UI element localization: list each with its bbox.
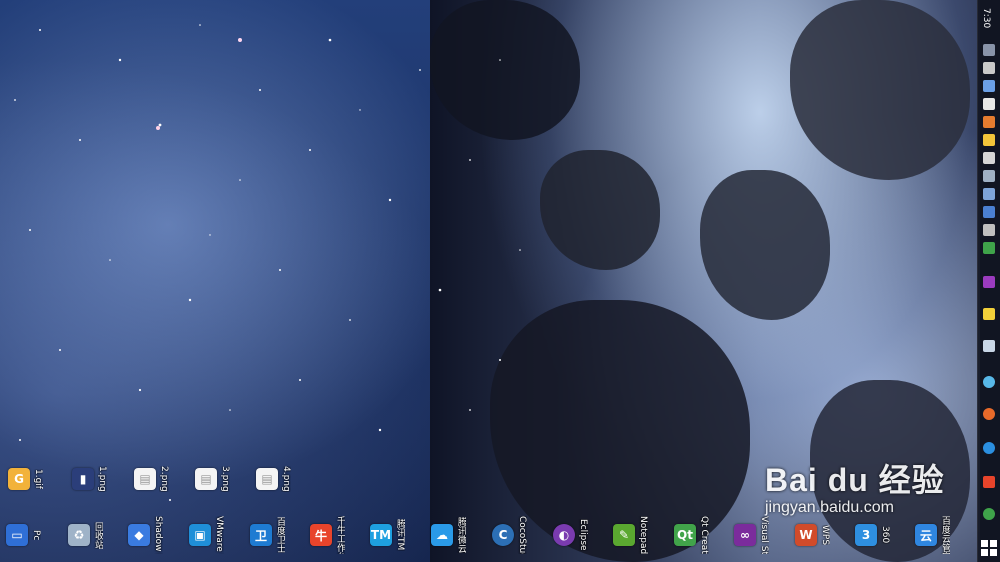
desktop-shortcut-baidu-guard[interactable]: 卫 百度卫士: [250, 517, 310, 553]
taskbar-vertical: 7:30: [977, 0, 1000, 562]
desktop-shortcut-visual-studio[interactable]: ∞ Visual Studio 2013: [734, 516, 794, 554]
desktop-shortcut-label: Pc: [31, 529, 41, 541]
desktop-shortcut-tencent-tm[interactable]: TM 腾讯TM: [370, 518, 430, 552]
desktop-shortcut-label: 千牛工作台: [335, 516, 345, 554]
desktop-file-1gif[interactable]: G 1.gif: [8, 462, 68, 496]
tray-app-icon[interactable]: [983, 170, 995, 182]
wps-icon: W: [795, 524, 817, 546]
vmware-icon: ▣: [189, 524, 211, 546]
tray-ime-icon[interactable]: [983, 80, 995, 92]
desktop-file-3png[interactable]: ▤ 3.png: [195, 462, 255, 496]
desktop-shortcut-label: Shadow Defender: [153, 516, 163, 554]
desktop-file-4png[interactable]: ▤ 4.png: [256, 462, 316, 496]
taskbar-clock[interactable]: 7:30: [981, 8, 991, 28]
baidu-guard-icon: 卫: [250, 524, 272, 546]
qianniu-icon: 牛: [310, 524, 332, 546]
desktop-shortcut-label: WPS: [820, 524, 830, 546]
360-icon: 3: [855, 524, 877, 546]
desktop-shortcut-label: VMware Workstation: [214, 516, 224, 554]
desktop-shortcut-label: 腾讯微云: [456, 517, 466, 553]
desktop-file-1png[interactable]: ▮ 1.png: [72, 462, 132, 496]
tray-app-icon[interactable]: [983, 276, 995, 288]
desktop-file-2png[interactable]: ▤ 2.png: [134, 462, 194, 496]
shield-icon: ◆: [128, 524, 150, 546]
weiyun-cloud-icon: ☁: [431, 524, 453, 546]
image-file-icon: ▤: [134, 468, 156, 490]
desktop-shortcut-label: 百度卫士: [275, 517, 285, 553]
desktop-shortcut-360[interactable]: 3 360: [855, 518, 915, 552]
desktop-file-label: 4.png: [281, 466, 291, 492]
desktop-file-label: 3.png: [220, 466, 230, 492]
image-file-icon: ▮: [72, 468, 94, 490]
desktop-shortcut-eclipse[interactable]: ◐ Eclipse: [553, 518, 613, 552]
desktop-shortcut-label: 回收站: [93, 521, 103, 549]
desktop-shortcut-baidu-cloud[interactable]: 云 百度云管家: [915, 516, 975, 554]
recycle-bin-icon: ♻: [68, 524, 90, 546]
tray-bluetooth-icon[interactable]: [983, 206, 995, 218]
cocostudio-icon: C: [492, 524, 514, 546]
desktop-shortcut-vmware[interactable]: ▣ VMware Workstation: [189, 516, 249, 554]
tray-app-icon[interactable]: [983, 224, 995, 236]
baidu-cloud-icon: 云: [915, 524, 937, 546]
taskbar-app-icon[interactable]: [983, 508, 995, 520]
desktop-shortcut-shadow-defender[interactable]: ◆ Shadow Defender: [128, 516, 188, 554]
visual-studio-icon: ∞: [734, 524, 756, 546]
desktop-file-label: 1.png: [97, 466, 107, 492]
tray-app-icon[interactable]: [983, 340, 995, 352]
tray-network-icon[interactable]: [983, 44, 995, 56]
desktop-shortcut-label: CocoStudio: [517, 516, 527, 554]
tray-app-icon[interactable]: [983, 134, 995, 146]
desktop-shortcut-qt-creator[interactable]: Qt Qt Creator: [674, 516, 734, 554]
desktop-shortcut-label: Visual Studio 2013: [759, 516, 769, 554]
tencent-tm-icon: TM: [370, 524, 392, 546]
windows-start-icon[interactable]: [981, 540, 997, 556]
tray-volume-icon[interactable]: [983, 62, 995, 74]
tray-app-icon[interactable]: [983, 116, 995, 128]
desktop-shortcut-label: 百度云管家: [940, 516, 950, 554]
image-file-icon: ▤: [256, 468, 278, 490]
desktop-shortcut-label: Qt Creator: [699, 516, 709, 554]
watermark-url: jingyan.baidu.com: [765, 499, 894, 516]
tray-app-icon[interactable]: [983, 152, 995, 164]
tray-app-icon[interactable]: [983, 242, 995, 254]
desktop-shortcut-label: 腾讯TM: [395, 519, 405, 551]
notepad-icon: ✎: [613, 524, 635, 546]
gif-file-icon: G: [8, 468, 30, 490]
desktop-shortcut-pc[interactable]: ▭ Pc: [6, 518, 66, 552]
tray-app-icon[interactable]: [983, 308, 995, 320]
desktop-shortcut-wps[interactable]: W WPS: [795, 518, 855, 552]
desktop-shortcut-label: 360: [880, 526, 890, 544]
taskbar-app-icon[interactable]: [983, 476, 995, 488]
tray-app-icon[interactable]: [983, 188, 995, 200]
desktop-shortcut-label: Notepad++: [638, 516, 648, 554]
desktop-file-label: 2.png: [159, 466, 169, 492]
desktop-shortcut-cocostudio[interactable]: C CocoStudio: [492, 516, 552, 554]
desktop: G 1.gif ▮ 1.png ▤ 2.png ▤ 3.png ▤ 4.png …: [0, 0, 1000, 562]
watermark-logo: Bai du 经验: [765, 462, 945, 498]
image-file-icon: ▤: [195, 468, 217, 490]
baidu-jingyan-watermark: Bai du 经验 jingyan.baidu.com: [765, 455, 945, 517]
computer-icon: ▭: [6, 524, 28, 546]
tray-action-center-icon[interactable]: [983, 98, 995, 110]
taskbar-app-icon[interactable]: [983, 408, 995, 420]
desktop-shortcut-qianniu[interactable]: 牛 千牛工作台: [310, 516, 370, 554]
desktop-shortcut-label: Eclipse: [578, 519, 588, 551]
taskbar-app-icon[interactable]: [983, 442, 995, 454]
taskbar-app-icon[interactable]: [983, 376, 995, 388]
desktop-shortcut-weiyun[interactable]: ☁ 腾讯微云: [431, 517, 491, 553]
qt-creator-icon: Qt: [674, 524, 696, 546]
desktop-file-label: 1.gif: [33, 469, 43, 489]
desktop-shortcut-notepadpp[interactable]: ✎ Notepad++: [613, 516, 673, 554]
desktop-shortcut-recycle-bin[interactable]: ♻ 回收站: [68, 518, 128, 552]
eclipse-icon: ◐: [553, 524, 575, 546]
